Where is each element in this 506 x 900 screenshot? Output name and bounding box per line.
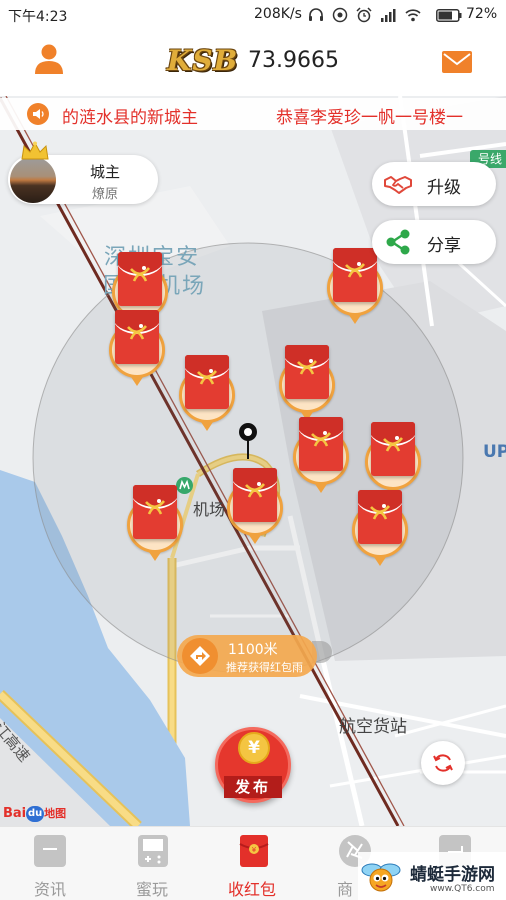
crown-icon (21, 141, 49, 160)
svg-text:¥: ¥ (252, 846, 257, 854)
red-envelope-icon: ¥ (239, 835, 269, 867)
app-header: KSB 73.9665 (0, 30, 506, 96)
status-bar: 下午4:23 208K/s 72% (0, 0, 506, 30)
publish-button[interactable]: ¥ 发布 (215, 727, 291, 803)
red-envelope-icon (333, 248, 377, 302)
red-packet[interactable] (324, 248, 386, 324)
red-envelope-icon (233, 468, 277, 522)
avatar (10, 157, 56, 203)
red-envelope-icon (299, 417, 343, 471)
marquee-message: 的涟水县的新城主 (62, 108, 198, 128)
city-owner-title: 城主 (90, 163, 121, 181)
location-pin-icon (239, 423, 257, 459)
share-button[interactable]: 分享 (372, 220, 496, 264)
red-packet[interactable] (176, 355, 238, 431)
red-envelope-icon (118, 252, 162, 306)
marquee-message: 恭喜李爱珍一帆一号楼一 (276, 108, 463, 128)
baidu-map-logo: Bai du 地图 (3, 805, 67, 822)
refresh-button[interactable] (421, 741, 465, 785)
tab-label: 商 (337, 880, 354, 899)
map-label-cargo: 航空货站 (339, 717, 407, 737)
watermark-name: 蜻蜓手游网 (410, 865, 495, 885)
handshake-icon (384, 176, 412, 194)
distance-value: 1100米 (228, 642, 278, 658)
distance-hint: 推荐获得红包雨 (226, 661, 303, 674)
red-envelope-icon (371, 422, 415, 476)
wifi-icon (405, 9, 421, 22)
red-envelope-icon (285, 345, 329, 399)
red-packet[interactable] (276, 345, 338, 421)
refresh-icon (433, 754, 453, 772)
tab-label: 收红包 (228, 880, 277, 899)
ksb-logo: KSB (167, 44, 239, 77)
game-icon (138, 835, 168, 867)
city-owner-name: 燎原 (92, 187, 119, 202)
share-label: 分享 (427, 236, 461, 256)
map-label-terminal: 机场 (193, 500, 226, 519)
city-owner-card[interactable]: 城主 燎原 (8, 141, 158, 204)
user-icon[interactable] (33, 43, 65, 75)
watermark-url: www.QT6.com (430, 884, 495, 894)
map-label-up: UP (483, 442, 506, 462)
navigation-icon (182, 638, 218, 674)
headphones-icon (309, 8, 323, 21)
sync-icon (332, 7, 348, 23)
mail-icon[interactable] (442, 51, 472, 73)
share-icon (386, 229, 410, 255)
red-packet[interactable] (124, 485, 186, 561)
signal-icon (381, 9, 396, 22)
dragonfly-mascot-icon (361, 863, 401, 892)
red-packet[interactable] (362, 422, 424, 498)
red-envelope-icon (185, 355, 229, 409)
publish-label: 发布 (224, 776, 282, 798)
network-speed: 208K/s (254, 6, 302, 22)
battery-percent: 72% (466, 6, 498, 22)
ksb-balance: 73.9665 (248, 48, 339, 73)
tab-label: 蜜玩 (136, 880, 169, 899)
announcement-marquee: 的涟水县的新城主 恭喜李爱珍一帆一号楼一 (0, 98, 506, 130)
distance-pill[interactable]: 1100米 推荐获得红包雨 (177, 635, 317, 677)
red-envelope-icon (115, 310, 159, 364)
tab-play[interactable]: 蜜玩 (101, 827, 202, 900)
tab-red-packet[interactable]: ¥ 收红包 (202, 827, 303, 900)
status-time: 下午4:23 (8, 9, 68, 25)
red-packet[interactable] (290, 417, 352, 493)
coin-icon: ¥ (238, 732, 270, 764)
site-watermark: 蜻蜓手游网 www.QT6.com (358, 852, 506, 900)
red-packet[interactable] (106, 310, 168, 386)
upgrade-button[interactable]: 升级 (372, 162, 496, 206)
alarm-icon (356, 7, 372, 23)
upgrade-label: 升级 (427, 178, 461, 198)
red-envelope-icon (358, 490, 402, 544)
red-packet[interactable] (224, 468, 286, 544)
battery-icon (436, 9, 462, 22)
tab-news[interactable]: 资讯 (0, 827, 101, 900)
speaker-icon (27, 103, 49, 125)
red-envelope-icon (133, 485, 177, 539)
news-icon (34, 835, 66, 867)
red-packet[interactable] (349, 490, 411, 566)
tab-label: 资讯 (34, 880, 67, 899)
